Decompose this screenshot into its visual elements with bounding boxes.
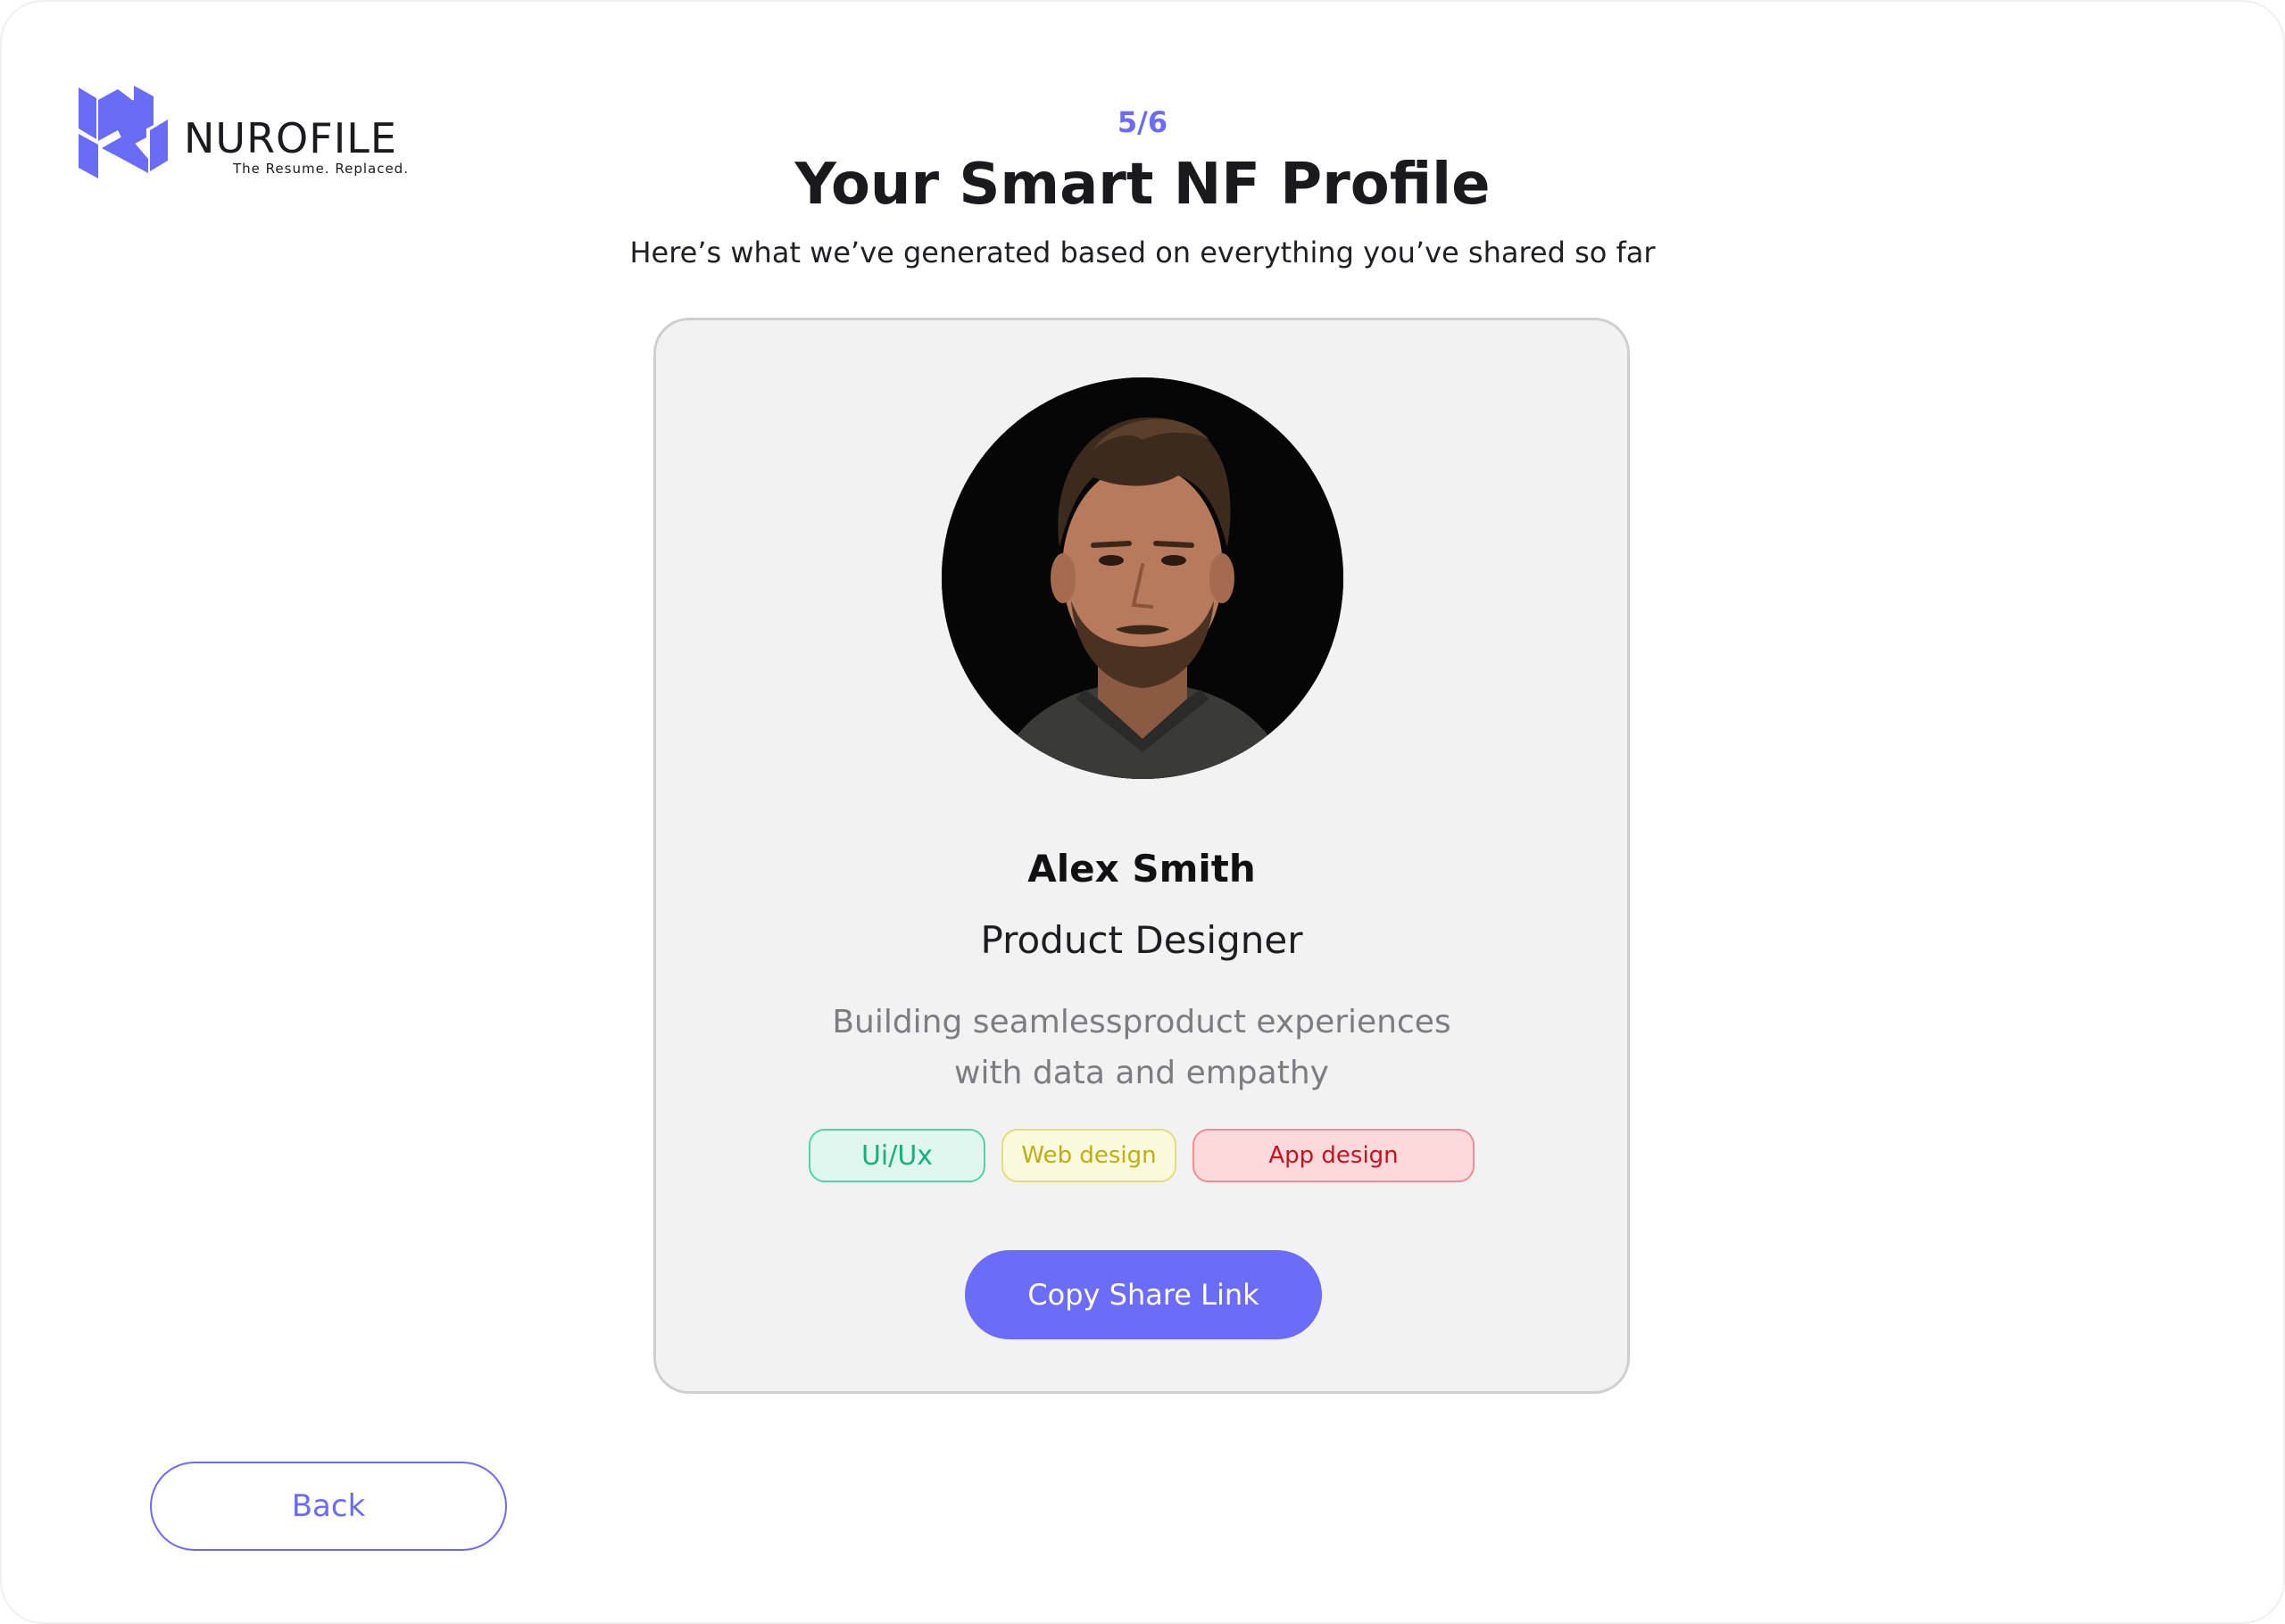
page-title: Your Smart NF Profile bbox=[794, 152, 1491, 218]
profile-photo bbox=[942, 377, 1343, 779]
profile-name: Alex Smith bbox=[1027, 847, 1256, 891]
profile-role: Product Designer bbox=[980, 918, 1303, 962]
tag-ui-ux: Ui/Ux bbox=[809, 1129, 985, 1182]
profile-step-page: NUROFILE The Resume. Replaced. 5/6 Your … bbox=[0, 0, 2285, 1624]
page-subtitle: Here’s what we’ve generated based on eve… bbox=[629, 236, 1656, 269]
step-indicator: 5/6 bbox=[1117, 105, 1168, 139]
back-button[interactable]: Back bbox=[150, 1462, 507, 1551]
profile-photo-portrait bbox=[942, 377, 1343, 779]
tag-web-design: Web design bbox=[1001, 1129, 1176, 1182]
profile-card: Alex Smith Product Designer Building sea… bbox=[653, 318, 1630, 1394]
copy-share-link-button[interactable]: Copy Share Link bbox=[965, 1250, 1322, 1339]
skill-tags: Ui/Ux Web design App design bbox=[656, 1129, 1627, 1182]
tag-app-design: App design bbox=[1192, 1129, 1475, 1182]
profile-bio: Building seamlessproduct experiences wit… bbox=[832, 1004, 1451, 1091]
